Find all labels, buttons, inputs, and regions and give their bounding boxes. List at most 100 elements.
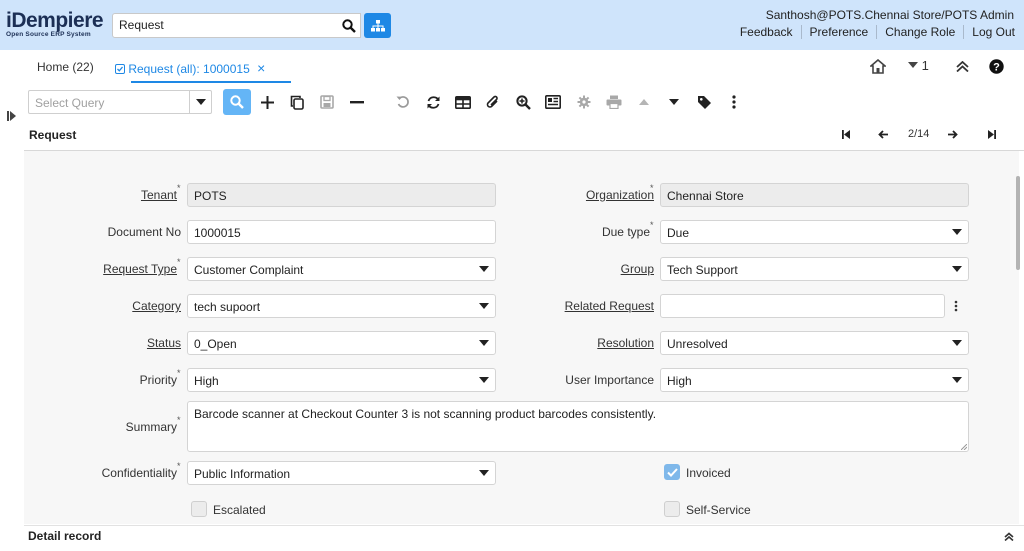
resolution-label[interactable]: Resolution	[597, 336, 654, 350]
request-type-label[interactable]: Request Type	[103, 262, 177, 276]
query-select[interactable]: Select Query	[28, 90, 212, 114]
first-record-icon[interactable]	[842, 130, 850, 139]
escalated-checkbox[interactable]	[191, 501, 207, 517]
zoom-across-button[interactable]	[512, 91, 534, 113]
change-role-link[interactable]: Change Role	[876, 25, 963, 39]
parent-record-button[interactable]	[633, 91, 655, 113]
undo-button[interactable]	[392, 91, 414, 113]
report-button[interactable]	[542, 91, 564, 113]
find-button[interactable]	[223, 89, 251, 115]
help-icon[interactable]: ?	[989, 59, 1004, 74]
due-type-label: Due type	[601, 225, 650, 239]
status-select[interactable]: 0_Open	[187, 331, 496, 355]
global-search-input[interactable]: Request	[112, 13, 338, 38]
organization-label[interactable]: Organization	[586, 188, 654, 202]
request-type-value: Customer Complaint	[194, 263, 304, 277]
group-label[interactable]: Group	[621, 262, 654, 276]
save-icon	[320, 95, 334, 109]
related-request-field[interactable]	[660, 294, 945, 318]
copy-icon	[290, 95, 304, 110]
detail-record-icon	[669, 99, 679, 105]
form-scrollbar[interactable]	[1016, 176, 1020, 270]
mandatory-marker: *	[177, 461, 181, 471]
collapse-up-icon[interactable]	[956, 61, 969, 72]
organization-field[interactable]: Chennai Store	[660, 183, 969, 207]
window-tabs: Home (22) Request (all): 1000015 × 1 ?	[24, 50, 1024, 84]
summary-label: Summary	[125, 420, 177, 434]
chevron-down-icon[interactable]	[473, 462, 495, 484]
idempiere-logo[interactable]: iDempiere Open Source ERP System	[6, 10, 106, 40]
menu-tree-button[interactable]	[364, 13, 391, 38]
request-type-select[interactable]: Customer Complaint	[187, 257, 496, 281]
confidentiality-select[interactable]: Public Information	[187, 461, 496, 485]
resize-handle-icon[interactable]	[961, 444, 967, 450]
tab-request[interactable]: Request (all): 1000015 ×	[115, 60, 265, 76]
more-icon[interactable]	[954, 300, 958, 312]
search-icon	[341, 18, 356, 33]
delete-record-button[interactable]	[346, 91, 368, 113]
due-type-value: Due	[667, 226, 690, 240]
due-type-select[interactable]: Due	[660, 220, 969, 244]
feedback-link[interactable]: Feedback	[732, 25, 801, 39]
collapse-up-icon[interactable]	[1004, 532, 1014, 541]
resolution-select[interactable]: Unresolved	[660, 331, 969, 355]
label-button[interactable]	[693, 91, 715, 113]
new-record-button[interactable]	[256, 91, 278, 113]
parent-record-icon	[639, 99, 649, 105]
chevron-down-icon[interactable]	[946, 258, 968, 280]
chevron-down-icon[interactable]	[946, 221, 968, 243]
resolution-value: Unresolved	[667, 337, 728, 351]
document-no-field[interactable]: 1000015	[187, 220, 496, 244]
grid-toggle-button[interactable]	[452, 91, 474, 113]
print-button[interactable]	[603, 91, 625, 113]
invoiced-label: Invoiced	[686, 466, 731, 480]
detail-record-button[interactable]	[663, 91, 685, 113]
chevron-down-icon[interactable]	[473, 332, 495, 354]
user-importance-select[interactable]: High	[660, 368, 969, 392]
svg-text:?: ?	[993, 61, 1000, 73]
close-tab-icon[interactable]: ×	[257, 60, 265, 76]
chevron-down-icon[interactable]	[473, 369, 495, 391]
refresh-icon	[427, 95, 439, 109]
attachment-button[interactable]	[482, 91, 504, 113]
chevron-down-icon[interactable]	[946, 332, 968, 354]
related-request-label[interactable]: Related Request	[565, 299, 654, 313]
chevron-down-icon[interactable]	[473, 295, 495, 317]
category-select[interactable]: tech supoort	[187, 294, 496, 318]
copy-record-button[interactable]	[286, 91, 308, 113]
self-service-checkbox[interactable]	[664, 501, 680, 517]
home-icon[interactable]	[870, 59, 886, 74]
form-title: Request	[29, 128, 77, 142]
priority-select[interactable]: High	[187, 368, 496, 392]
save-button[interactable]	[316, 91, 338, 113]
preference-link[interactable]: Preference	[800, 25, 877, 39]
window-switcher[interactable]: 1	[908, 58, 929, 73]
tenant-field[interactable]: POTS	[187, 183, 496, 207]
last-record-icon[interactable]	[988, 130, 996, 139]
next-record-icon[interactable]	[948, 130, 958, 139]
summary-textarea[interactable]: Barcode scanner at Checkout Counter 3 is…	[187, 401, 969, 452]
detail-record-title[interactable]: Detail record	[28, 529, 101, 543]
tab-home[interactable]: Home (22)	[37, 60, 94, 74]
query-dropdown[interactable]	[189, 91, 211, 113]
process-button[interactable]	[573, 91, 595, 113]
expand-panel-icon[interactable]	[7, 111, 16, 121]
process-icon	[577, 95, 591, 109]
tenant-label[interactable]: Tenant	[141, 188, 177, 202]
group-select[interactable]: Tech Support	[660, 257, 969, 281]
report-icon	[545, 95, 561, 109]
mandatory-marker: *	[650, 183, 654, 193]
refresh-button[interactable]	[422, 91, 444, 113]
user-importance-value: High	[667, 374, 692, 388]
logout-link[interactable]: Log Out	[963, 25, 1015, 39]
record-position: 2/14	[908, 128, 930, 140]
category-label[interactable]: Category	[132, 299, 181, 313]
status-label[interactable]: Status	[147, 336, 181, 350]
user-importance-label: User Importance	[565, 373, 654, 387]
more-actions-button[interactable]	[723, 91, 745, 113]
chevron-down-icon[interactable]	[473, 258, 495, 280]
previous-record-icon[interactable]	[878, 130, 888, 139]
search-button[interactable]	[337, 13, 361, 38]
invoiced-checkbox[interactable]	[664, 464, 680, 480]
chevron-down-icon[interactable]	[946, 369, 968, 391]
